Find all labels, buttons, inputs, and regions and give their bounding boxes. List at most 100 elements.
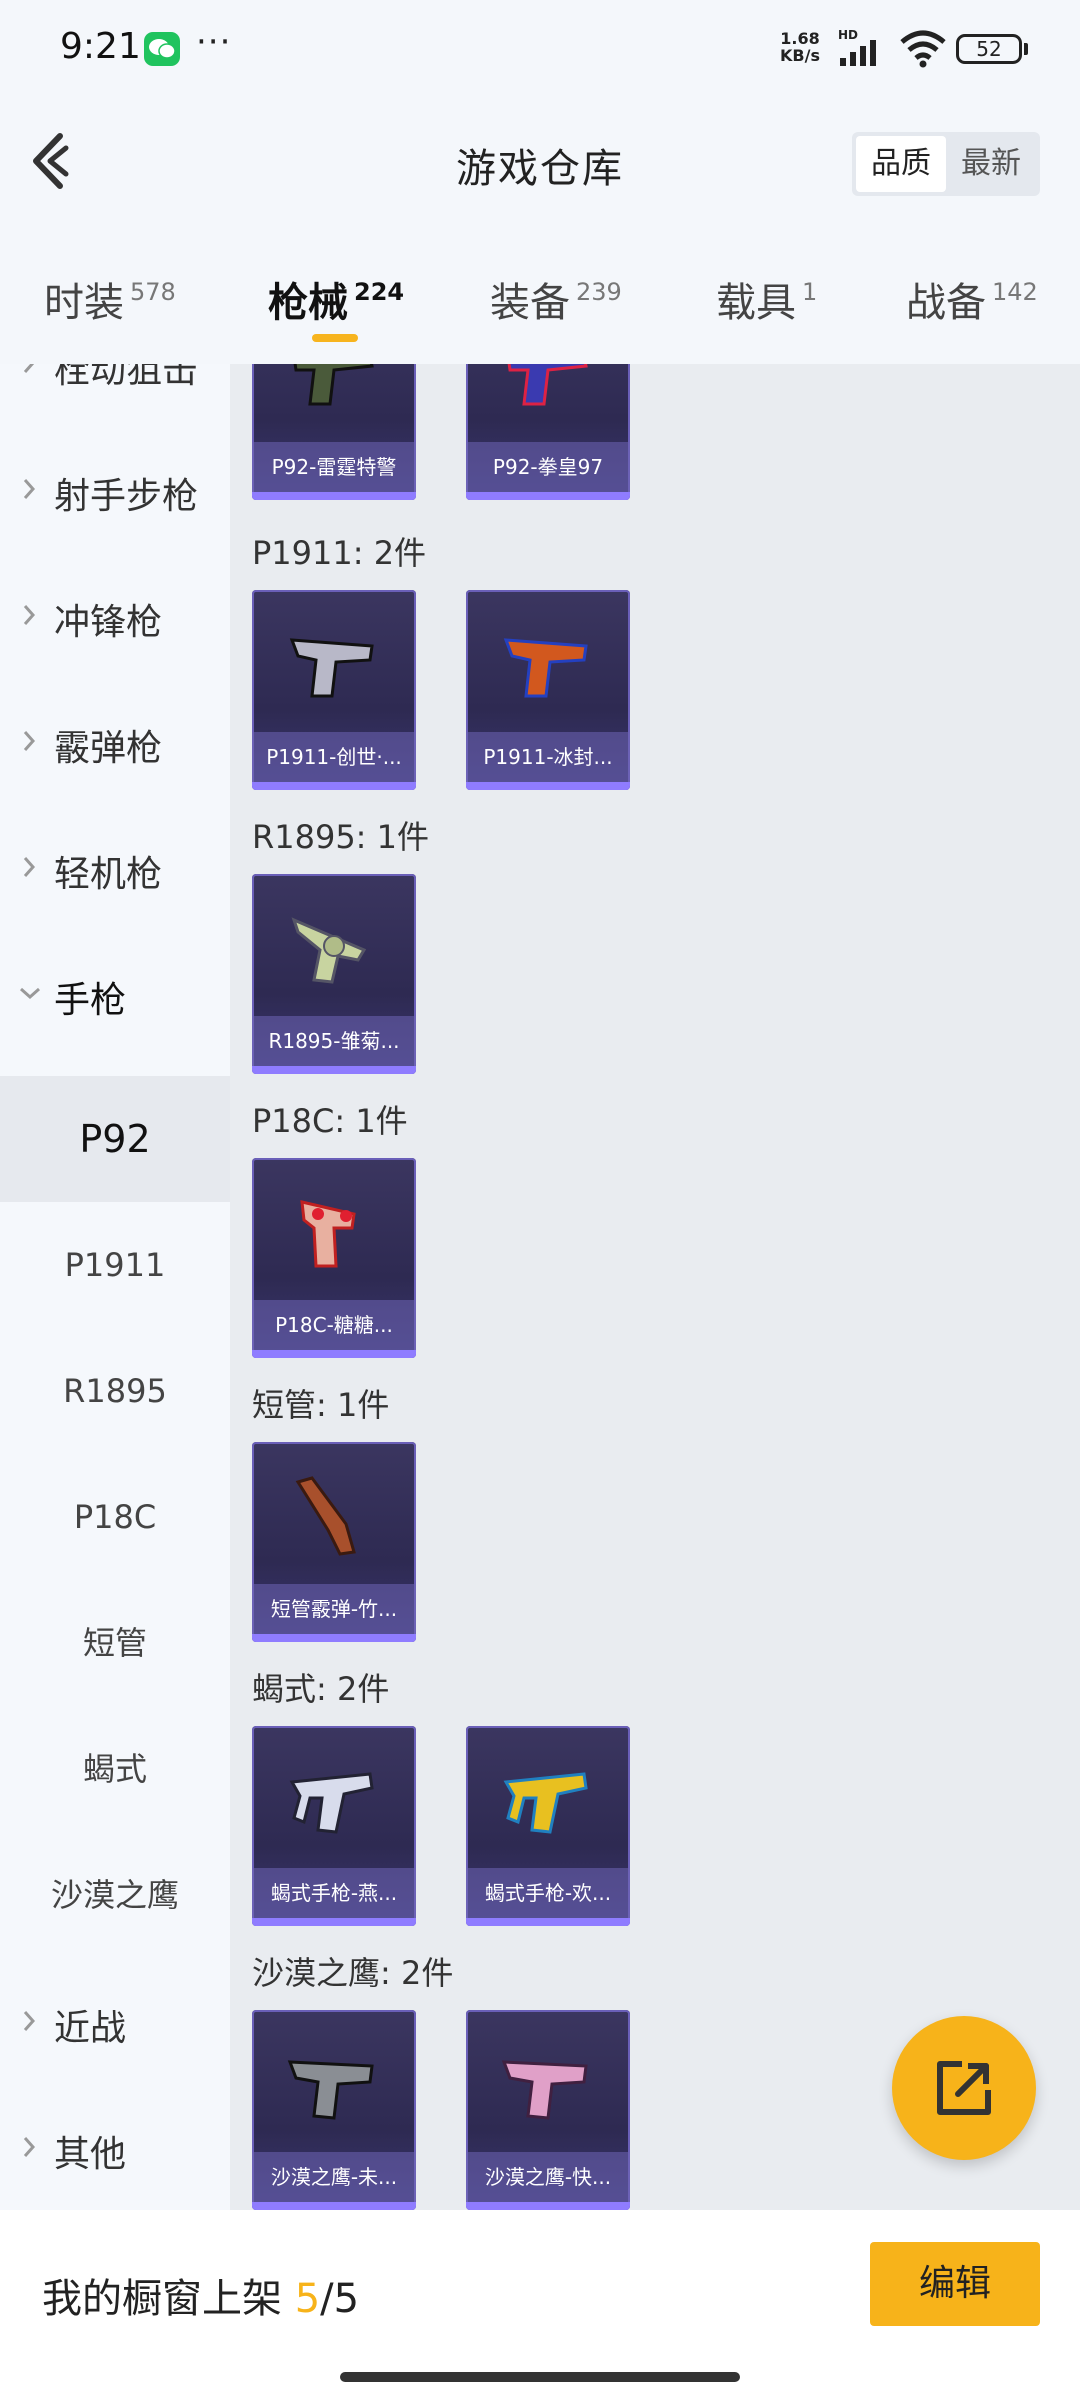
tab-battle-prep[interactable]: 战备 142 [906,270,1038,328]
pistol-icon [289,638,374,698]
weapon-card[interactable]: P92-拳皇97 [466,364,630,500]
showcase-total-count: /5 [320,2276,360,2322]
sort-toggle: 品质 最新 [852,132,1040,196]
machine-pistol-icon [289,1772,374,1834]
net-speed-value: 1.68 [780,29,820,48]
weapon-card[interactable]: 蝎式手枪-欢... [466,1726,630,1926]
pistol-icon [287,2060,374,2120]
sidebar-item-other[interactable]: 其他 [0,2084,230,2210]
card-rarity-bar [252,1066,416,1074]
chevron-right-icon [23,857,36,877]
home-indicator[interactable] [340,2372,740,2382]
tab-label: 载具 [716,280,796,326]
tab-count: 578 [130,278,176,306]
weapon-card[interactable]: 蝎式手枪-燕... [252,1726,416,1926]
sidebar-item-shotgun[interactable]: 霰弹枪 [0,678,230,804]
weapon-card[interactable]: R1895-雏菊... [252,874,416,1074]
card-rarity-bar [252,1918,416,1926]
weapon-card-label: 蝎式手枪-燕... [252,1868,416,1918]
showcase-current-count: 5 [294,2276,321,2322]
card-rarity-bar [466,782,630,790]
sidebar-item-label: 轻机枪 [54,854,163,895]
chevron-right-icon [23,2137,36,2157]
status-time: 9:21 [60,26,141,67]
sidebar-item-smg[interactable]: 冲锋枪 [0,552,230,678]
sidebar-subitem-label: P92 [79,1117,151,1161]
card-rarity-bar [252,2202,416,2210]
weapon-card-label: P1911-创世·... [252,732,416,782]
status-bar: 9:21 ··· 1.68 KB/s HD 52 [0,0,1080,96]
group-title: R1895: 1件 [252,818,429,856]
pistol-icon [501,2060,588,2120]
machine-pistol-icon [503,1772,588,1834]
sort-by-newest-button[interactable]: 最新 [946,136,1036,192]
category-tabs: 时装 578 枪械 224 装备 239 载具 1 战备 142 [0,228,1080,364]
sidebar-subitem-scorpion[interactable]: 蝎式 [0,1706,230,1832]
weapon-card[interactable]: P18C-糖糖... [252,1158,416,1358]
sidebar-subitem-label: 沙漠之鹰 [50,1876,179,1914]
tab-label: 装备 [490,280,570,326]
sidebar-item-lmg[interactable]: 轻机枪 [0,804,230,930]
tab-label: 枪械 [268,280,348,326]
card-rarity-bar [466,2202,630,2210]
sidebar-item-melee[interactable]: 近战 [0,1958,230,2084]
card-rarity-bar [466,1918,630,1926]
tab-label: 时装 [44,280,124,326]
weapon-card-label: P92-拳皇97 [466,442,630,492]
weapon-card[interactable]: 沙漠之鹰-快... [466,2010,630,2210]
tab-count: 1 [802,278,818,306]
cellular-signal-icon [840,40,876,66]
battery-tip [1024,43,1028,55]
sidebar-subitem-short-barrel[interactable]: 短管 [0,1580,230,1706]
weapon-card[interactable]: 沙漠之鹰-未... [252,2010,416,2210]
chevron-right-icon [23,479,36,499]
chevron-right-icon [23,364,35,373]
sidebar-item-marksman-rifle[interactable]: 射手步枪 [0,426,230,552]
tab-vehicles[interactable]: 载具 1 [716,270,817,328]
weapon-card[interactable]: P1911-创世·... [252,590,416,790]
sidebar-item-pistol[interactable]: 手枪 [0,930,230,1056]
weapon-card[interactable]: 短管霰弹-竹... [252,1442,416,1642]
edit-button[interactable]: 编辑 [870,2242,1040,2326]
sidebar-item-label: 其他 [54,2134,127,2175]
weapon-card-label: 沙漠之鹰-快... [466,2152,630,2202]
weapon-list: P92-雷霆特警 P92-拳皇97 P1911: 2件 P1911-创世·...… [230,364,1080,2210]
sidebar-subitem-label: P18C [73,1498,157,1536]
sidebar-item-label: 栓动狙击 [54,364,199,391]
category-sidebar: 栓动狙击 射手步枪 冲锋枪 霰弹枪 轻机枪 手枪 P92 P1911 R1895… [0,364,230,2210]
tab-fashion[interactable]: 时装 578 [44,270,176,328]
share-button[interactable] [892,2016,1036,2160]
showcase-status: 我的橱窗上架 5/5 [42,2266,359,2324]
card-rarity-bar [252,782,416,790]
sidebar-subitem-desert-eagle[interactable]: 沙漠之鹰 [0,1832,230,1958]
sidebar-subitem-p1911[interactable]: P1911 [0,1202,230,1328]
sidebar-subitem-p92[interactable]: P92 [0,1076,230,1202]
weapon-card-label: R1895-雏菊... [252,1016,416,1066]
weapon-card[interactable]: P92-雷霆特警 [252,364,416,500]
network-speed: 1.68 KB/s [780,30,820,64]
wifi-icon [900,30,946,68]
chevron-right-icon [23,2011,36,2031]
sidebar-subitem-r1895[interactable]: R1895 [0,1328,230,1454]
header: 游戏仓库 品质 最新 [0,96,1080,228]
sidebar-subitem-label: P1911 [64,1246,166,1284]
sidebar-subitem-p18c[interactable]: P18C [0,1454,230,1580]
net-speed-unit: KB/s [780,46,820,65]
weapon-card[interactable]: P1911-冰封... [466,590,630,790]
group-title: 短管: 1件 [252,1386,390,1424]
group-title: 沙漠之鹰: 2件 [252,1954,454,1992]
tab-equipment[interactable]: 装备 239 [490,270,622,328]
weapon-card-label: P18C-糖糖... [252,1300,416,1350]
tab-firearms[interactable]: 枪械 224 [268,270,404,328]
active-tab-indicator [312,334,358,342]
wechat-notification-icon [144,32,180,66]
weapon-card-label: P1911-冰封... [466,732,630,782]
sidebar-item-label: 冲锋枪 [54,602,163,643]
sidebar-item-bolt-action-sniper[interactable]: 栓动狙击 [0,364,230,426]
weapon-card-label: 短管霰弹-竹... [252,1584,416,1634]
pistol-icon [507,364,588,406]
sidebar-item-label: 手枪 [54,980,127,1021]
sort-by-quality-button[interactable]: 品质 [856,136,946,192]
group-title: 蝎式: 2件 [252,1670,390,1708]
sidebar-item-label: 近战 [54,2008,127,2049]
